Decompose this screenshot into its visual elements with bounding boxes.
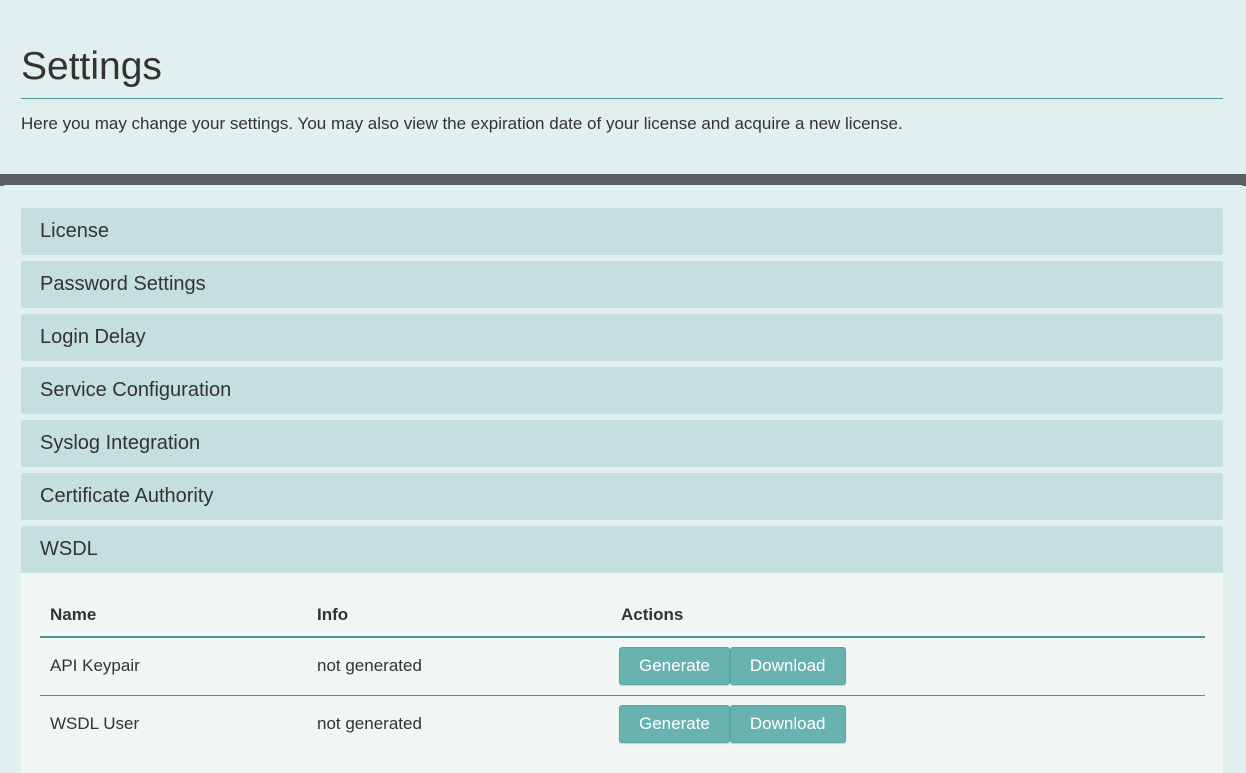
row-actions: Generate Download [611, 695, 1205, 753]
section-password-settings[interactable]: Password Settings [21, 261, 1223, 308]
generate-button[interactable]: Generate [619, 705, 730, 744]
column-header-actions: Actions [611, 593, 1205, 638]
section-service-configuration[interactable]: Service Configuration [21, 367, 1223, 414]
column-header-name: Name [40, 593, 307, 638]
table-row: WSDL User not generated Generate Download [40, 695, 1205, 753]
row-name: API Keypair [40, 637, 307, 696]
table-row: API Keypair not generated Generate Downlo… [40, 637, 1205, 696]
column-header-info: Info [307, 593, 611, 638]
page-title: Settings [21, 45, 162, 88]
section-label: Service Configuration [40, 379, 232, 401]
section-label: Login Delay [40, 326, 146, 348]
title-divider [21, 98, 1223, 99]
download-button[interactable]: Download [729, 647, 846, 686]
download-button[interactable]: Download [729, 705, 846, 744]
wsdl-table: Name Info Actions API Keypair not genera… [40, 593, 1205, 753]
section-license[interactable]: License [21, 208, 1223, 255]
section-syslog-integration[interactable]: Syslog Integration [21, 420, 1223, 467]
section-label: Password Settings [40, 273, 206, 295]
section-label: Certificate Authority [40, 485, 214, 507]
row-actions: Generate Download [611, 637, 1205, 696]
section-login-delay[interactable]: Login Delay [21, 314, 1223, 361]
settings-accordion: License Password Settings Login Delay Se… [0, 185, 1246, 773]
generate-button[interactable]: Generate [619, 647, 730, 686]
table-header-row: Name Info Actions [40, 593, 1205, 638]
row-info: not generated [317, 714, 422, 734]
section-certificate-authority[interactable]: Certificate Authority [21, 473, 1223, 520]
page-header: Settings Here you may change your settin… [0, 0, 1246, 174]
wsdl-panel: Name Info Actions API Keypair not genera… [21, 573, 1223, 773]
row-info: not generated [307, 637, 611, 696]
section-label: License [40, 220, 109, 242]
section-label: Syslog Integration [40, 432, 201, 454]
section-label: WSDL [40, 538, 98, 560]
row-name: WSDL User [50, 714, 140, 734]
section-wsdl[interactable]: WSDL [21, 526, 1223, 573]
page-description: Here you may change your settings. You m… [21, 114, 903, 133]
